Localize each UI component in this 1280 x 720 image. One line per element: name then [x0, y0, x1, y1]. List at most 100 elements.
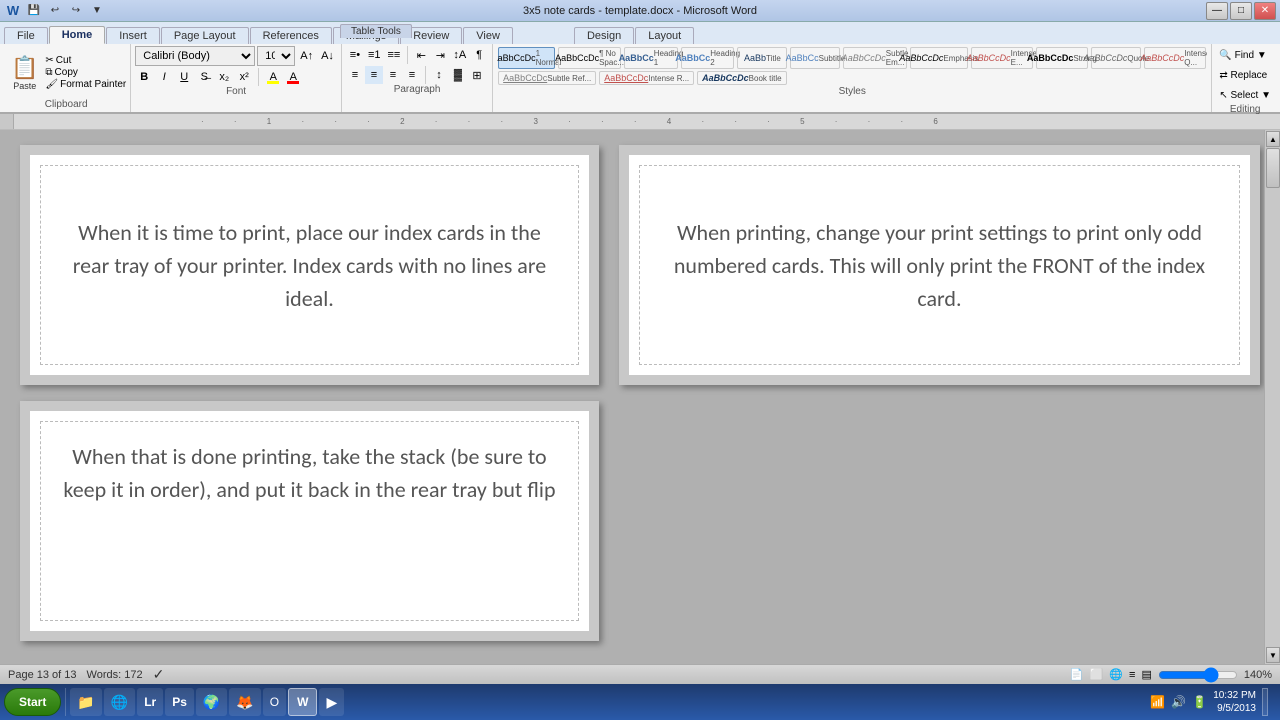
style-intense-r[interactable]: AaBbCcDc Intense R... — [599, 71, 694, 85]
style-subtle-em[interactable]: AaBbCcDc Subtle Em... — [843, 47, 906, 69]
tab-insert[interactable]: Insert — [106, 27, 160, 44]
style-subtitle[interactable]: AaBbCc Subtitle — [790, 47, 840, 69]
style-normal[interactable]: AaBbCcDc 1 Normal — [498, 47, 555, 69]
tab-file[interactable]: File — [4, 27, 48, 44]
find-button[interactable]: 🔍 Find ▼ — [1216, 46, 1269, 64]
style-quote[interactable]: AaBbCcDc Quote — [1091, 47, 1141, 69]
document-area: When it is time to print, place our inde… — [0, 130, 1280, 664]
taskbar-chrome[interactable]: 🌍 — [196, 688, 227, 716]
font-family-select[interactable]: Calibri (Body) — [135, 46, 255, 66]
style-no-spacing[interactable]: AaBbCcDc ¶ No Spac... — [558, 47, 622, 69]
cut-button[interactable]: ✂ Cut — [45, 55, 126, 66]
card-2-inner[interactable]: When printing, change your print setting… — [639, 165, 1240, 365]
font-group: Calibri (Body) 10 11 12 14 18 A↑ A↓ B I … — [131, 44, 342, 112]
clock-display[interactable]: 10:32 PM 9/5/2013 — [1213, 689, 1256, 715]
numbering-button[interactable]: ≡1 — [365, 46, 384, 64]
view-print-button[interactable]: 📄 — [1070, 668, 1084, 681]
save-button[interactable]: 💾 — [25, 2, 43, 20]
card-1-inner[interactable]: When it is time to print, place our inde… — [40, 165, 579, 365]
bold-button[interactable]: B — [135, 68, 153, 86]
close-button[interactable]: ✕ — [1254, 2, 1276, 20]
window-controls[interactable]: — □ ✕ — [1206, 2, 1276, 20]
tab-design[interactable]: Design — [574, 27, 634, 44]
italic-button[interactable]: I — [155, 68, 173, 86]
font-color-button[interactable]: A — [284, 68, 302, 86]
replace-button[interactable]: ⇄ Replace — [1216, 66, 1270, 84]
style-intense-e[interactable]: AaBbCcDc Intense E... — [971, 47, 1032, 69]
card-3-inner[interactable]: When that is done printing, take the sta… — [40, 421, 579, 621]
format-painter-button[interactable]: 🖌 Format Painter — [45, 79, 126, 90]
zoom-slider[interactable] — [1158, 669, 1238, 681]
start-button[interactable]: Start — [4, 688, 61, 716]
scroll-down-button[interactable]: ▼ — [1266, 647, 1280, 663]
shading-button[interactable]: ▓ — [449, 66, 467, 84]
taskbar-vlc[interactable]: ▶ — [319, 688, 344, 716]
undo-button[interactable]: ↩ — [46, 2, 64, 20]
increase-indent-button[interactable]: ⇥ — [431, 46, 449, 64]
style-subtle-ref[interactable]: AaBbCcDc Subtle Ref... — [498, 71, 596, 85]
volume-icon: 🔊 — [1171, 695, 1186, 709]
paragraph-group: ≡• ≡1 ≡≡ ⇤ ⇥ ↕A ¶ ≡ ≡ ≡ ≡ ↕ ▓ ⊞ Paragrap… — [342, 44, 493, 112]
multilevel-button[interactable]: ≡≡ — [384, 46, 403, 64]
clock-time: 10:32 PM — [1213, 689, 1256, 702]
select-button[interactable]: ↖ Select ▼ — [1216, 86, 1274, 104]
customize-qa[interactable]: ▼ — [88, 2, 106, 20]
sort-button[interactable]: ↕A — [450, 46, 469, 64]
style-strong[interactable]: AaBbCcDc Strong — [1036, 47, 1089, 69]
shrink-font-button[interactable]: A↓ — [318, 47, 337, 65]
scrollbar-vertical[interactable]: ▲ ▼ — [1264, 130, 1280, 664]
show-para-button[interactable]: ¶ — [470, 46, 488, 64]
align-right-button[interactable]: ≡ — [384, 66, 402, 84]
tab-layout[interactable]: Layout — [635, 27, 694, 44]
view-outline-button[interactable]: ≡ — [1129, 669, 1135, 681]
word-icon: W — [4, 2, 22, 20]
taskbar: Start 📁 🌐 Lr Ps 🌍 🦊 O W ▶ 📶 🔊 🔋 10:32 PM… — [0, 684, 1280, 720]
superscript-button[interactable]: x² — [235, 68, 253, 86]
taskbar-lightroom[interactable]: Lr — [137, 688, 163, 716]
highlight-button[interactable]: A — [264, 68, 282, 86]
style-heading1[interactable]: AaBbCc Heading 1 — [624, 47, 678, 69]
view-full-button[interactable]: ⬜ — [1090, 668, 1104, 681]
bullets-button[interactable]: ≡• — [346, 46, 364, 64]
justify-button[interactable]: ≡ — [403, 66, 421, 84]
copy-button[interactable]: ⧉ Copy — [45, 67, 126, 78]
scroll-thumb[interactable] — [1266, 148, 1280, 188]
taskbar-opera[interactable]: O — [263, 688, 286, 716]
grow-font-button[interactable]: A↑ — [297, 47, 316, 65]
tab-references[interactable]: References — [250, 27, 332, 44]
taskbar-photoshop[interactable]: Ps — [165, 688, 194, 716]
subscript-button[interactable]: x₂ — [215, 68, 233, 86]
table-tools-tab[interactable]: Table Tools — [340, 24, 412, 38]
align-left-button[interactable]: ≡ — [346, 66, 364, 84]
show-desktop-button[interactable] — [1262, 688, 1268, 716]
style-intense-q[interactable]: AaBbCcDc Intense Q... — [1144, 47, 1206, 69]
taskbar-separator — [65, 688, 66, 716]
tab-home[interactable]: Home — [49, 26, 106, 44]
minimize-button[interactable]: — — [1206, 2, 1228, 20]
redo-button[interactable]: ↪ — [67, 2, 85, 20]
style-book-title[interactable]: AaBbCcDc Book title — [697, 71, 786, 85]
borders-button[interactable]: ⊞ — [468, 66, 486, 84]
tab-view[interactable]: View — [463, 27, 513, 44]
style-heading2[interactable]: AaBbCc Heading 2 — [681, 47, 735, 69]
taskbar-firefox[interactable]: 🦊 — [229, 688, 260, 716]
style-title[interactable]: AaBb Title — [737, 47, 787, 69]
spell-check-icon[interactable]: ✓ — [153, 666, 165, 683]
taskbar-word[interactable]: W — [288, 688, 317, 716]
taskbar-file-explorer[interactable]: 📁 — [70, 688, 101, 716]
scroll-up-button[interactable]: ▲ — [1266, 131, 1280, 147]
underline-button[interactable]: U — [175, 68, 193, 86]
line-spacing-button[interactable]: ↕ — [430, 66, 448, 84]
view-web-button[interactable]: 🌐 — [1109, 668, 1123, 681]
align-center-button[interactable]: ≡ — [365, 66, 383, 84]
quick-access-toolbar[interactable]: W 💾 ↩ ↪ ▼ — [4, 2, 106, 20]
restore-button[interactable]: □ — [1230, 2, 1252, 20]
taskbar-ie[interactable]: 🌐 — [104, 688, 135, 716]
paste-button[interactable]: 📋 Paste — [6, 52, 43, 94]
strikethrough-button[interactable]: S̶ — [195, 68, 213, 86]
font-size-select[interactable]: 10 11 12 14 18 — [257, 46, 295, 66]
style-emphasis[interactable]: AaBbCcDc Emphasis — [910, 47, 968, 69]
view-draft-button[interactable]: ▤ — [1141, 668, 1151, 681]
tab-page-layout[interactable]: Page Layout — [161, 27, 249, 44]
decrease-indent-button[interactable]: ⇤ — [412, 46, 430, 64]
